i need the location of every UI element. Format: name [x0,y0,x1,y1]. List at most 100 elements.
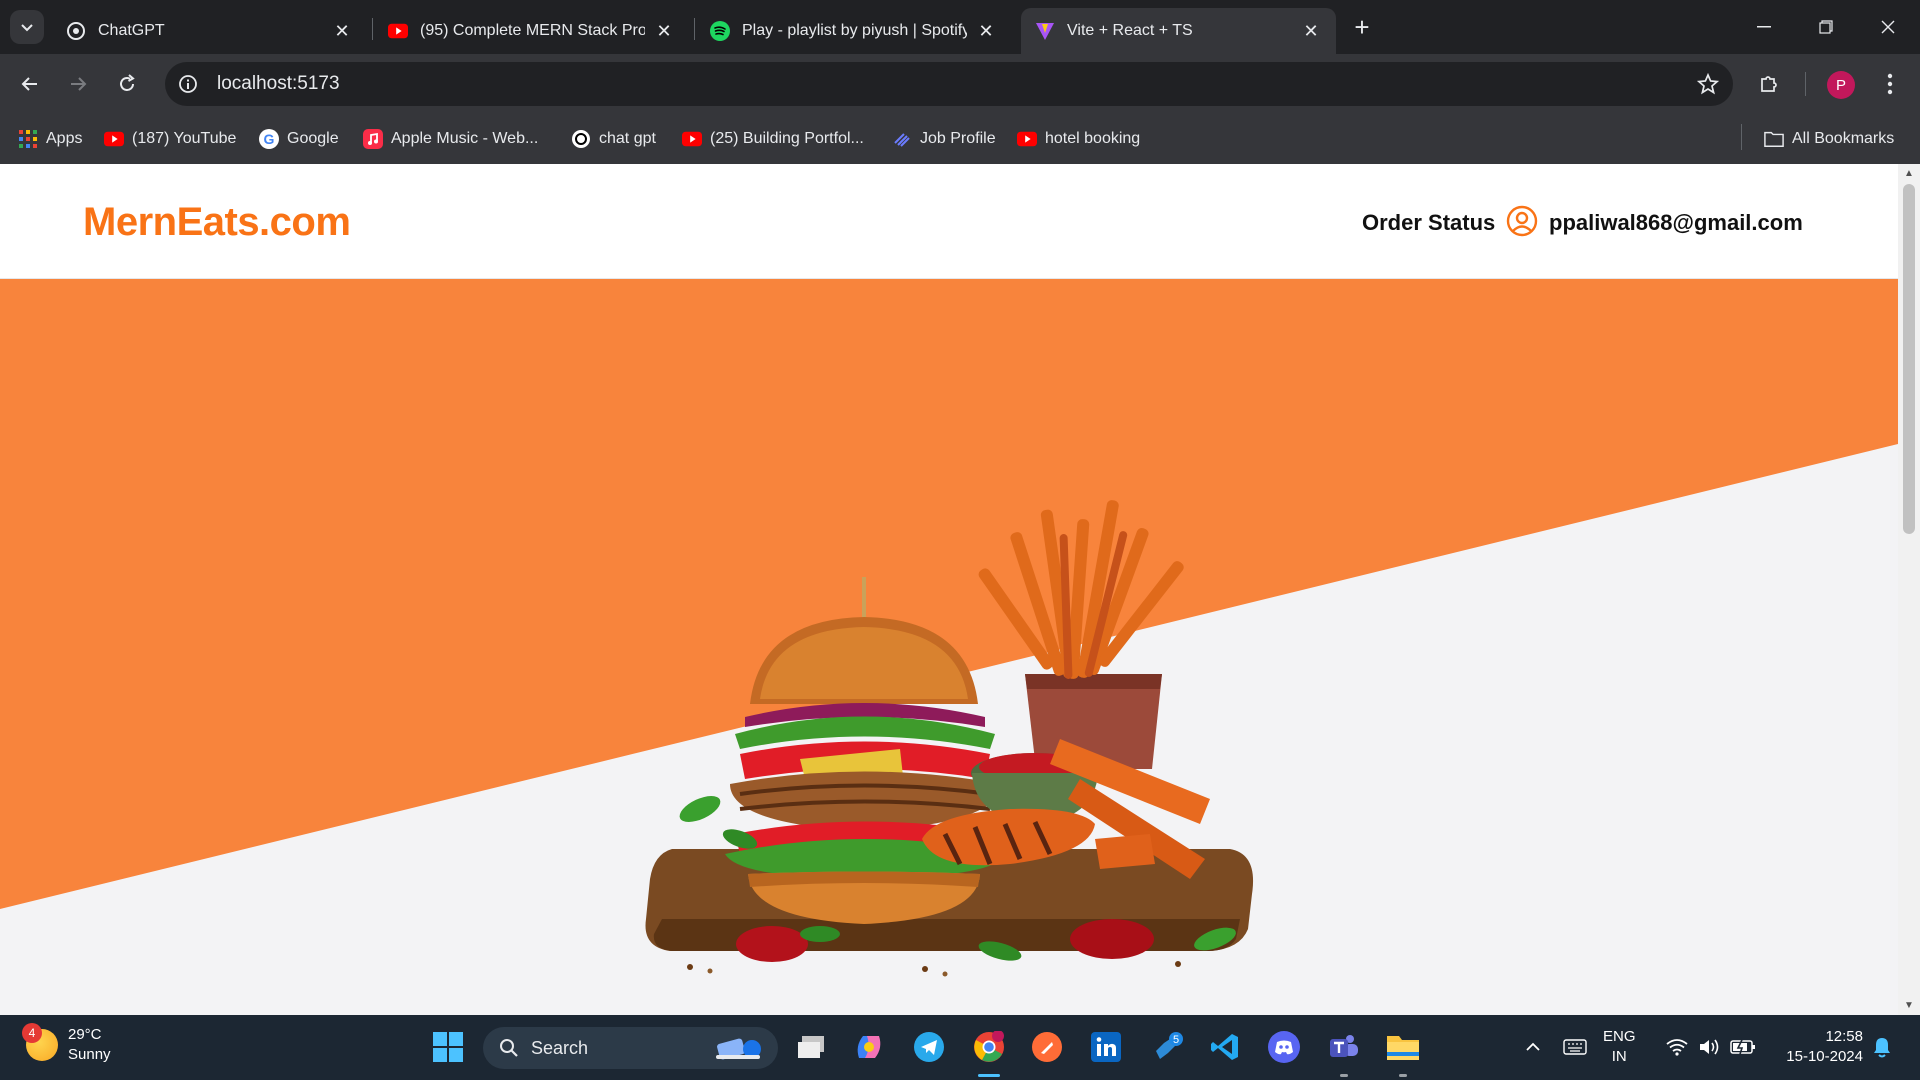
teams-icon[interactable] [1326,1029,1362,1065]
tab-search-button[interactable] [10,10,44,44]
url-text[interactable]: localhost:5173 [217,73,340,95]
close-window-button[interactable] [1868,10,1908,44]
close-tab-icon[interactable]: ✕ [1300,20,1322,42]
bookmark-youtube[interactable]: (187) YouTube [104,126,236,152]
tab-title: Vite + React + TS [1067,22,1193,39]
tab-youtube-mern[interactable]: (95) Complete MERN Stack Proj ✕ [374,8,689,54]
site-logo[interactable]: MernEats.com [83,200,351,245]
notification-bell-icon[interactable] [1864,1029,1900,1065]
volume-icon[interactable] [1692,1029,1728,1065]
apple-music-icon [363,129,383,149]
page-scrollbar[interactable]: ▲ ▼ [1898,164,1920,1015]
taskbar-search[interactable]: Search [483,1027,778,1069]
chrome-icon[interactable] [971,1029,1007,1065]
site-info-icon[interactable] [177,73,199,95]
system-clock[interactable]: 12:58 15-10-2024 [1773,1027,1863,1067]
youtube-icon [104,129,124,149]
bookmark-label: Apps [46,130,83,147]
language-indicator[interactable]: ENG IN [1603,1027,1636,1067]
extensions-button[interactable] [1749,64,1789,104]
minimize-button[interactable] [1744,10,1784,44]
arrow-right-icon [71,77,87,91]
profile-avatar[interactable]: P [1827,71,1855,99]
toolbar-divider [1805,72,1806,96]
postman-icon[interactable] [1029,1029,1065,1065]
search-highlight-icon [712,1033,766,1068]
file-explorer-icon[interactable] [1385,1029,1421,1065]
keyboard-icon[interactable] [1557,1029,1593,1065]
bookmark-building-portfolio[interactable]: (25) Building Portfol... [682,126,864,152]
search-icon [499,1038,519,1058]
language-line1: ENG [1603,1028,1636,1045]
bookmarks-divider [1741,124,1742,150]
bookmark-label: Job Profile [920,130,996,147]
tab-spotify[interactable]: Play - playlist by piyush | Spotify ✕ [696,8,1011,54]
copilot-icon[interactable] [851,1029,887,1065]
tab-title: Play - playlist by piyush | Spotify [742,22,967,39]
sun-icon: 4 [22,1023,58,1061]
bookmark-label: (187) YouTube [132,130,237,147]
spotify-icon [710,21,730,41]
menu-button[interactable] [1870,64,1910,104]
bookmark-job-profile[interactable]: Job Profile [892,126,996,152]
close-tab-icon[interactable]: ✕ [975,20,997,42]
clock-date: 15-10-2024 [1786,1048,1863,1065]
tab-divider [694,18,695,40]
new-tab-button[interactable]: + [1348,12,1376,42]
chatgpt-icon [571,129,591,149]
battery-charging-icon[interactable] [1725,1029,1761,1065]
vscode-icon[interactable] [1207,1029,1243,1065]
tab-chatgpt[interactable]: ChatGPT ✕ [52,8,367,54]
youtube-icon [682,129,702,149]
tab-vite-react[interactable]: Vite + React + TS ✕ [1021,8,1336,54]
bookmark-label: All Bookmarks [1792,130,1895,147]
arrow-left-icon [21,77,37,91]
weather-temp: 29°C [68,1026,102,1043]
user-circle-icon[interactable] [1506,205,1538,237]
azure-devops-icon[interactable]: 5 [1150,1029,1186,1065]
bookmark-google[interactable]: G Google [259,126,339,152]
reload-button[interactable] [107,64,147,104]
puzzle-icon [1761,76,1777,92]
restore-icon [1819,20,1833,34]
active-app-indicator [978,1074,1000,1077]
forward-button[interactable] [58,64,98,104]
bookmark-star-icon[interactable] [1696,72,1720,100]
close-tab-icon[interactable]: ✕ [653,20,675,42]
address-bar[interactable]: localhost:5173 [165,62,1733,106]
link-icon [892,129,912,149]
restore-button[interactable] [1806,10,1846,44]
clock-time: 12:58 [1825,1028,1863,1045]
search-placeholder: Search [531,1037,589,1058]
bookmark-hotel-booking[interactable]: hotel booking [1017,126,1140,152]
running-app-indicator [1399,1074,1407,1077]
tab-divider [372,18,373,40]
notification-badge: 4 [22,1023,42,1043]
wifi-icon[interactable] [1659,1029,1695,1065]
running-app-indicator [1340,1074,1348,1077]
browser-toolbar: localhost:5173 P [0,54,1920,114]
task-view-icon[interactable] [793,1029,829,1065]
weather-widget[interactable]: 4 29°C Sunny [22,1023,111,1065]
scroll-down-arrow-icon[interactable]: ▼ [1903,1000,1915,1011]
scroll-up-arrow-icon[interactable]: ▲ [1903,168,1915,179]
bookmark-apps[interactable]: Apps [18,126,82,152]
chevron-up-icon[interactable] [1515,1029,1551,1065]
tab-title: (95) Complete MERN Stack Proj [420,22,645,39]
windows-start-icon[interactable] [430,1029,466,1065]
weather-condition: Sunny [68,1046,111,1063]
page-viewport: MernEats.com Order Status ppaliwal868@gm… [0,164,1920,1015]
close-tab-icon[interactable]: ✕ [331,20,353,42]
discord-icon[interactable] [1266,1029,1302,1065]
scroll-thumb[interactable] [1903,184,1915,534]
telegram-icon[interactable] [911,1029,947,1065]
bookmark-chat-gpt[interactable]: chat gpt [571,126,656,152]
back-button[interactable] [10,64,50,104]
svg-text:5: 5 [1173,1034,1179,1046]
order-status-link[interactable]: Order Status [1362,210,1495,236]
all-bookmarks-button[interactable]: All Bookmarks [1764,126,1894,152]
bookmark-label: chat gpt [599,130,656,147]
user-menu-email[interactable]: ppaliwal868@gmail.com [1549,210,1803,236]
linkedin-icon[interactable] [1088,1029,1124,1065]
bookmark-apple-music[interactable]: Apple Music - Web... [363,126,538,152]
